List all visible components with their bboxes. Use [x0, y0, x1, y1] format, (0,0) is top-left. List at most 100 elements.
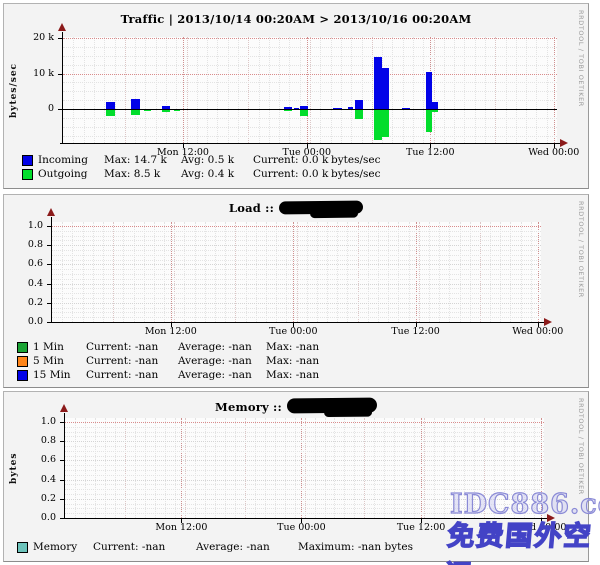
load-plot-area: [52, 222, 541, 322]
legend-cell: Max: -nan: [266, 355, 319, 367]
legend-swatch: [17, 342, 28, 353]
y-tick-label: 1.0: [4, 416, 56, 427]
gridline-horizontal: [65, 460, 544, 461]
gridline-horizontal-major: [63, 74, 557, 75]
x-axis-line: [49, 322, 545, 323]
x-tick-label: Tue 12:00: [384, 326, 448, 337]
y-tick: [60, 422, 65, 423]
legend-cell: Current: 0.0 k: [253, 168, 331, 180]
traffic-bar-outgoing: [432, 110, 438, 112]
y-tick-label: 0.6: [4, 454, 56, 465]
y-tick: [60, 499, 65, 500]
legend-cell: Max: 8.5 k: [104, 168, 181, 180]
gridline-horizontal: [63, 91, 557, 92]
gridline-horizontal: [52, 269, 541, 270]
y-axis-arrow: [60, 404, 68, 412]
gridline-horizontal: [52, 308, 541, 309]
gridline-horizontal: [52, 279, 541, 280]
gridline-horizontal: [63, 47, 557, 48]
rrdtool-signature: RRDTOOL / TOBI OETIKER: [577, 10, 585, 107]
rrdtool-signature: RRDTOOL / TOBI OETIKER: [577, 398, 585, 495]
gridline-horizontal: [63, 82, 557, 83]
legend-cell: Average: -nan: [178, 355, 266, 367]
traffic-title-text: Traffic | 2013/10/14 00:20AM > 2013/10/1…: [121, 12, 472, 26]
traffic-bar-incoming: [300, 106, 308, 109]
legend-row: MemoryCurrent: -nanAverage: -nanMaximum:…: [17, 540, 413, 554]
gridline-horizontal: [63, 56, 557, 57]
legend-swatch: [17, 542, 28, 553]
traffic-bar-incoming: [294, 108, 299, 109]
gridline-horizontal: [63, 118, 557, 119]
y-tick-label: 0.0: [4, 512, 56, 523]
traffic-bar-incoming: [131, 99, 140, 109]
gridline-horizontal: [52, 293, 541, 294]
legend-cell: Avg: 0.4 k: [181, 168, 253, 180]
gridline-horizontal: [65, 484, 544, 485]
gridline-horizontal: [52, 250, 541, 251]
gridline-horizontal: [52, 255, 541, 256]
traffic-graph-title: Traffic | 2013/10/14 00:20AM > 2013/10/1…: [4, 12, 588, 26]
gridline-horizontal: [52, 264, 541, 265]
legend-row: OutgoingMax: 8.5 kAvg: 0.4 kCurrent: 0.0…: [22, 167, 381, 181]
gridline-horizontal: [65, 427, 544, 428]
x-tick-label: Mon 12:00: [149, 522, 213, 533]
legend-swatch: [17, 356, 28, 367]
gridline-horizontal: [63, 65, 557, 66]
y-tick: [60, 441, 65, 442]
y-tick: [47, 284, 52, 285]
y-tick-label: 20 k: [4, 32, 54, 43]
legend-cell: Current: -nan: [86, 355, 178, 367]
redacted-hostname: [279, 201, 363, 215]
y-tick-label: 0: [4, 103, 54, 114]
traffic-bar-outgoing: [162, 110, 170, 112]
legend-cell: Current: -nan: [86, 341, 178, 353]
legend-cell: Max: -nan: [266, 369, 319, 381]
gridline-horizontal: [65, 475, 544, 476]
y-tick-label: 0.2: [4, 493, 56, 504]
y-tick: [58, 109, 63, 110]
traffic-bar-incoming: [355, 100, 363, 109]
legend-cell: Outgoing: [38, 168, 104, 180]
gridline-horizontal: [65, 446, 544, 447]
traffic-bar-incoming: [348, 107, 353, 109]
legend-row: 1 MinCurrent: -nanAverage: -nanMax: -nan: [17, 340, 319, 354]
memory-title-text: Memory ::: [215, 400, 282, 414]
y-tick: [47, 322, 52, 323]
y-tick: [47, 303, 52, 304]
gridline-horizontal-major: [63, 38, 557, 39]
gridline-horizontal: [52, 284, 541, 285]
x-tick-label: Wed 00:00: [522, 147, 586, 158]
legend-cell: Average: -nan: [196, 541, 298, 553]
gridline-horizontal: [65, 465, 544, 466]
gridline-horizontal: [52, 298, 541, 299]
y-axis-line: [62, 32, 63, 144]
y-tick: [60, 480, 65, 481]
legend-cell: Current: -nan: [93, 541, 196, 553]
legend-swatch: [22, 169, 33, 180]
gridline-horizontal: [63, 136, 557, 137]
x-axis-line: [60, 143, 561, 144]
redacted-hostname: [287, 398, 377, 414]
gridline-horizontal: [52, 240, 541, 241]
load-graph-panel: Load :: 1 MinCurrent: -nanAverage: -nanM…: [3, 194, 589, 388]
gridline-horizontal: [52, 245, 541, 246]
watermark-chinese-text: 免费国外空间: [443, 514, 600, 565]
memory-graph-title: Memory ::: [4, 398, 588, 414]
x-tick-label: Tue 12:00: [389, 522, 453, 533]
gridline-horizontal: [52, 288, 541, 289]
gridline-horizontal: [65, 456, 544, 457]
y-tick-label: 0.8: [4, 239, 43, 250]
traffic-bar-outgoing: [106, 110, 115, 116]
y-tick-label: 0.0: [4, 316, 43, 327]
legend-cell: Current: -nan: [86, 369, 178, 381]
legend-cell: Max: -nan: [266, 341, 319, 353]
gridline-horizontal-major: [52, 226, 541, 227]
traffic-bar-incoming: [374, 57, 382, 109]
y-tick-label: 10 k: [4, 68, 54, 79]
legend-swatch: [22, 155, 33, 166]
gridline-horizontal: [63, 127, 557, 128]
y-axis-arrow: [58, 23, 66, 31]
gridline-horizontal: [52, 260, 541, 261]
y-tick-label: 0.2: [4, 297, 43, 308]
legend-cell: 5 Min: [33, 355, 86, 367]
